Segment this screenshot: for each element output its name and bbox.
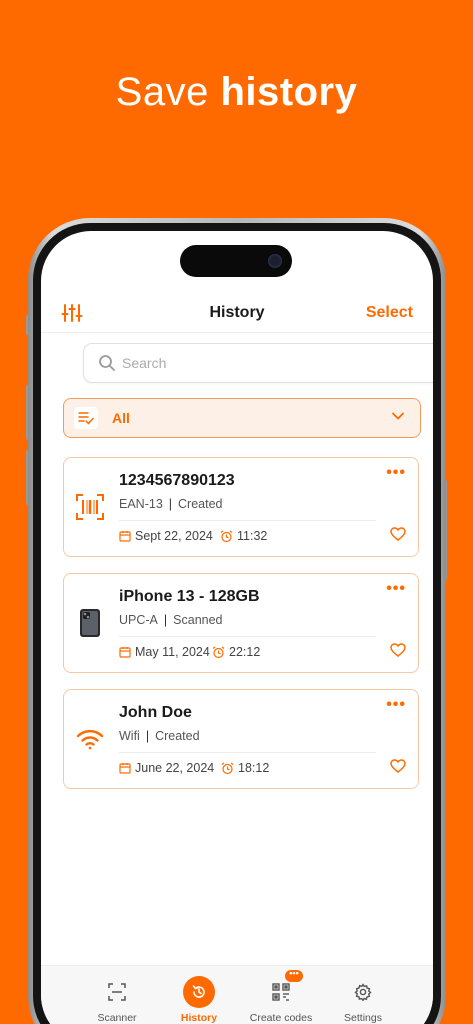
heart-icon[interactable] (390, 527, 406, 541)
card-time-text: 11:32 (237, 529, 268, 543)
card-action: Created (178, 497, 223, 511)
tab-history[interactable]: History (159, 976, 239, 1024)
card-time: 18:12 (221, 761, 269, 775)
card-action: Scanned (173, 613, 223, 627)
tab-label: Scanner (97, 1012, 137, 1024)
more-options-icon[interactable]: ••• (386, 581, 406, 597)
search-input[interactable] (122, 352, 422, 374)
card-time-text: 22:12 (229, 645, 261, 659)
calendar-icon (119, 763, 131, 774)
card-date: June 22, 2024 (119, 761, 214, 775)
filter-selected-label: All (112, 410, 130, 426)
qr-create-icon (272, 983, 290, 1001)
tab-label: History (180, 1012, 218, 1024)
calendar-icon (119, 647, 131, 658)
dynamic-island (180, 245, 292, 277)
tab-label: Create codes (249, 1012, 313, 1024)
select-button[interactable]: Select (366, 304, 413, 322)
alarm-clock-icon (212, 646, 225, 658)
card-date: May 11, 2024 (119, 645, 210, 659)
gear-icon (354, 983, 372, 1001)
tab-create-codes[interactable]: ••• Create codes (241, 969, 321, 1024)
card-date: Sept 22, 2024 (119, 529, 213, 543)
tab-settings[interactable]: Settings (323, 976, 403, 1024)
alarm-clock-icon (220, 530, 233, 542)
top-bar: History Select (41, 293, 433, 333)
heart-icon[interactable] (390, 643, 406, 657)
search-icon (99, 355, 115, 371)
phone-product-icon (76, 608, 104, 638)
filter-list-icon (74, 407, 98, 429)
more-options-icon[interactable]: ••• (386, 697, 406, 713)
filter-dropdown[interactable]: All (63, 398, 421, 438)
card-title: 1234567890123 (119, 472, 235, 489)
calendar-icon (119, 531, 131, 542)
tab-scanner[interactable]: Scanner (77, 976, 157, 1024)
card-time: 11:32 (220, 529, 267, 543)
tab-label: Settings (344, 1012, 382, 1024)
chevron-down-icon (392, 412, 404, 420)
barcode-icon (76, 492, 104, 522)
card-time: 22:12 (212, 645, 260, 659)
card-date-text: June 22, 2024 (135, 761, 215, 775)
card-title: John Doe (119, 704, 192, 721)
scanner-icon (108, 983, 126, 1001)
history-card[interactable]: John Doe Wifi | Created June 22, 2024 18:1… (63, 689, 419, 789)
history-card[interactable]: 1234567890123 EAN-13 | Created Sept 22, 20… (63, 457, 419, 557)
card-meta: UPC-A | Scanned (119, 613, 223, 627)
card-meta: EAN-13 | Created (119, 497, 223, 511)
headline: Save history (0, 70, 473, 115)
history-icon (183, 976, 215, 1008)
heart-icon[interactable] (390, 759, 406, 773)
card-title: iPhone 13 - 128GB (119, 588, 260, 605)
card-meta: Wifi | Created (119, 729, 200, 743)
history-card[interactable]: iPhone 13 - 128GB UPC-A | Scanned May 11, … (63, 573, 419, 673)
badge-new: ••• (285, 969, 303, 982)
wifi-icon (76, 724, 104, 754)
card-time-text: 18:12 (238, 761, 270, 775)
app-screen: History Select All (41, 231, 433, 1024)
card-action: Created (155, 729, 200, 743)
more-options-icon[interactable]: ••• (386, 465, 406, 481)
card-type: EAN-13 (119, 497, 163, 511)
card-date-text: May 11, 2024 (135, 645, 210, 659)
phone-frame: History Select All (28, 218, 446, 1024)
headline-regular: Save (115, 70, 221, 114)
alarm-clock-icon (221, 762, 234, 774)
search-box[interactable] (83, 343, 433, 383)
card-date-text: Sept 22, 2024 (135, 529, 213, 543)
card-type: Wifi (119, 729, 140, 743)
card-type: UPC-A (119, 613, 158, 627)
tab-bar: Scanner History ••• Create codes Setting… (41, 965, 433, 1024)
headline-bold: history (220, 70, 358, 114)
